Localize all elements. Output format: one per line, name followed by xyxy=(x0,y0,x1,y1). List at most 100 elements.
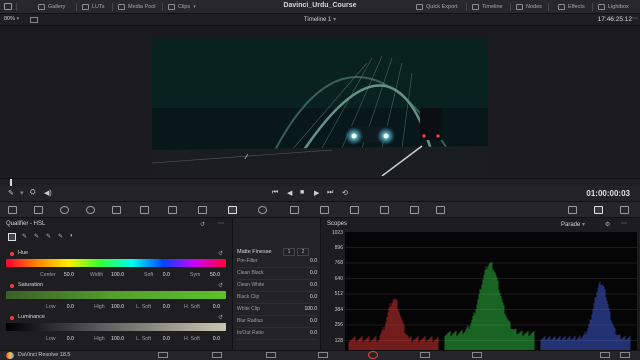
matte-row[interactable]: White Clip 100.0 xyxy=(237,306,317,316)
cut-page-icon[interactable] xyxy=(212,352,222,358)
nodes-button[interactable]: Nodes xyxy=(516,2,542,12)
pen-icon[interactable]: ✎ xyxy=(8,189,14,197)
edit-page-icon[interactable] xyxy=(266,352,276,358)
matte-row-value[interactable]: 0.0 xyxy=(310,318,317,324)
motion-effects-icon[interactable] xyxy=(112,206,121,214)
reset-icon[interactable]: ↺ xyxy=(200,221,205,228)
saturation-hsoft-value[interactable]: 0.0 xyxy=(204,304,220,310)
reset-icon[interactable]: ↺ xyxy=(218,314,223,321)
saturation-low-value[interactable]: 0.0 xyxy=(58,304,74,310)
chevron-down-icon[interactable]: ▾ xyxy=(20,189,24,197)
hue-center-value[interactable]: 50.0 xyxy=(58,272,74,278)
reset-icon[interactable]: ↺ xyxy=(218,250,223,257)
matte-row-value[interactable]: 0.0 xyxy=(310,330,317,336)
quick-export-button[interactable]: Quick Export xyxy=(416,2,457,12)
color-page-icon[interactable] xyxy=(368,351,378,359)
qualifier-icon[interactable] xyxy=(228,206,237,214)
curves-icon[interactable] xyxy=(140,206,149,214)
go-to-start-button[interactable]: ⏮ xyxy=(272,189,278,197)
3d-icon[interactable] xyxy=(436,206,445,214)
picker-icon[interactable] xyxy=(8,233,16,241)
fusion-page-icon[interactable] xyxy=(318,352,328,358)
settings-icon[interactable] xyxy=(620,352,630,358)
magic-mask-icon[interactable] xyxy=(320,206,329,214)
luminance-enable-dot[interactable] xyxy=(10,316,14,320)
sparkle-icon[interactable] xyxy=(198,206,207,214)
luminance-lsoft-value[interactable]: 0.0 xyxy=(156,336,170,342)
play-button[interactable]: ▶ xyxy=(314,189,319,197)
playhead[interactable] xyxy=(10,179,12,186)
key-icon[interactable] xyxy=(380,206,389,214)
home-icon[interactable] xyxy=(600,352,610,358)
video-frame[interactable]: ⁄ xyxy=(152,38,488,176)
window-icon[interactable] xyxy=(258,206,267,214)
hue-enable-dot[interactable] xyxy=(10,252,14,256)
reset-icon[interactable]: ↺ xyxy=(218,282,223,289)
hdr-icon[interactable] xyxy=(60,206,69,214)
tracker-icon[interactable] xyxy=(290,206,299,214)
scrub-bar[interactable] xyxy=(0,178,640,186)
feather-minus-icon[interactable]: ✎ xyxy=(46,233,51,240)
color-warper-icon[interactable] xyxy=(168,206,177,214)
timeline-button[interactable]: Timeline xyxy=(472,2,503,12)
media-page-icon[interactable] xyxy=(158,352,168,358)
sizing-icon[interactable] xyxy=(410,206,419,214)
saturation-gradient-bar[interactable] xyxy=(6,291,226,299)
matte-row[interactable]: Clean Black 0.0 xyxy=(237,270,317,280)
primaries-icon[interactable] xyxy=(34,206,43,214)
hue-soft-value[interactable]: 0.0 xyxy=(156,272,170,278)
panel-toggle-icon[interactable] xyxy=(4,3,12,10)
luminance-hsoft-value[interactable]: 0.0 xyxy=(204,336,220,342)
stop-button[interactable]: ■ xyxy=(300,189,304,196)
scope-toggle-icon[interactable] xyxy=(568,206,577,214)
matte-tab-2[interactable]: 2 xyxy=(297,248,309,256)
matte-row[interactable]: Pre-Filter 0.0 xyxy=(237,258,317,268)
more-options-icon[interactable]: ⋯ xyxy=(218,220,224,227)
matte-row-value[interactable]: 0.0 xyxy=(310,258,317,264)
saturation-high-value[interactable]: 100.0 xyxy=(106,304,124,310)
hue-sym-value[interactable]: 50.0 xyxy=(204,272,220,278)
rgb-mixer-icon[interactable] xyxy=(86,206,95,214)
picker-minus-icon[interactable]: ✎ xyxy=(22,233,27,240)
more-options-icon[interactable]: ⋯ xyxy=(632,15,638,22)
saturation-enable-dot[interactable] xyxy=(10,284,14,288)
hue-gradient-bar[interactable] xyxy=(6,259,226,267)
feather-plus-icon[interactable]: ✎ xyxy=(58,233,63,240)
timeline-selector[interactable]: Timeline 1 ▾ xyxy=(0,16,640,23)
matte-row[interactable]: Clean White 0.0 xyxy=(237,282,317,292)
matte-row-value[interactable]: 0.0 xyxy=(310,270,317,276)
effects-button[interactable]: Effects xyxy=(558,2,585,12)
hue-width-value[interactable]: 100.0 xyxy=(106,272,124,278)
loop-button[interactable]: ⟲ xyxy=(342,189,348,197)
matte-row-value[interactable]: 100.0 xyxy=(304,306,317,312)
luminance-gradient-bar[interactable] xyxy=(6,323,226,331)
matte-row-value[interactable]: 0.0 xyxy=(310,294,317,300)
scope-mode-select[interactable]: Parade ▾ xyxy=(561,221,585,228)
fairlight-page-icon[interactable] xyxy=(420,352,430,358)
play-reverse-button[interactable]: ◀ xyxy=(287,189,292,197)
matte-row[interactable]: Black Clip 0.0 xyxy=(237,294,317,304)
more-options-icon[interactable]: ⋯ xyxy=(621,220,627,227)
lightbox-button[interactable]: Lightbox xyxy=(598,2,629,12)
invert-icon[interactable]: ◐ xyxy=(70,233,74,239)
deliver-page-icon[interactable] xyxy=(472,352,482,358)
go-to-end-button[interactable]: ⏭ xyxy=(327,189,333,197)
luminance-low-value[interactable]: 0.0 xyxy=(58,336,74,342)
scopes-icon[interactable] xyxy=(594,206,603,214)
clips-button[interactable]: Clips ▾ xyxy=(168,2,196,12)
settings-icon[interactable]: ⚙ xyxy=(605,221,610,228)
luts-button[interactable]: LUTs xyxy=(82,2,105,12)
matte-tab-1[interactable]: 1 xyxy=(283,248,295,256)
blur-icon[interactable] xyxy=(350,206,359,214)
color-wheels-icon[interactable] xyxy=(8,206,17,214)
matte-row-value[interactable]: 0.0 xyxy=(310,282,317,288)
audio-icon[interactable]: ⛭ xyxy=(30,189,36,197)
saturation-lsoft-value[interactable]: 0.0 xyxy=(156,304,170,310)
info-icon[interactable] xyxy=(620,206,629,214)
picker-plus-icon[interactable]: ✎ xyxy=(34,233,39,240)
matte-row[interactable]: In/Out Ratio 0.0 xyxy=(237,330,317,340)
speaker-icon[interactable]: ◀) xyxy=(44,189,52,197)
media-pool-button[interactable]: Media Pool xyxy=(118,2,156,12)
gallery-button[interactable]: Gallery xyxy=(38,2,65,12)
matte-row[interactable]: Blur Radius 0.0 xyxy=(237,318,317,328)
